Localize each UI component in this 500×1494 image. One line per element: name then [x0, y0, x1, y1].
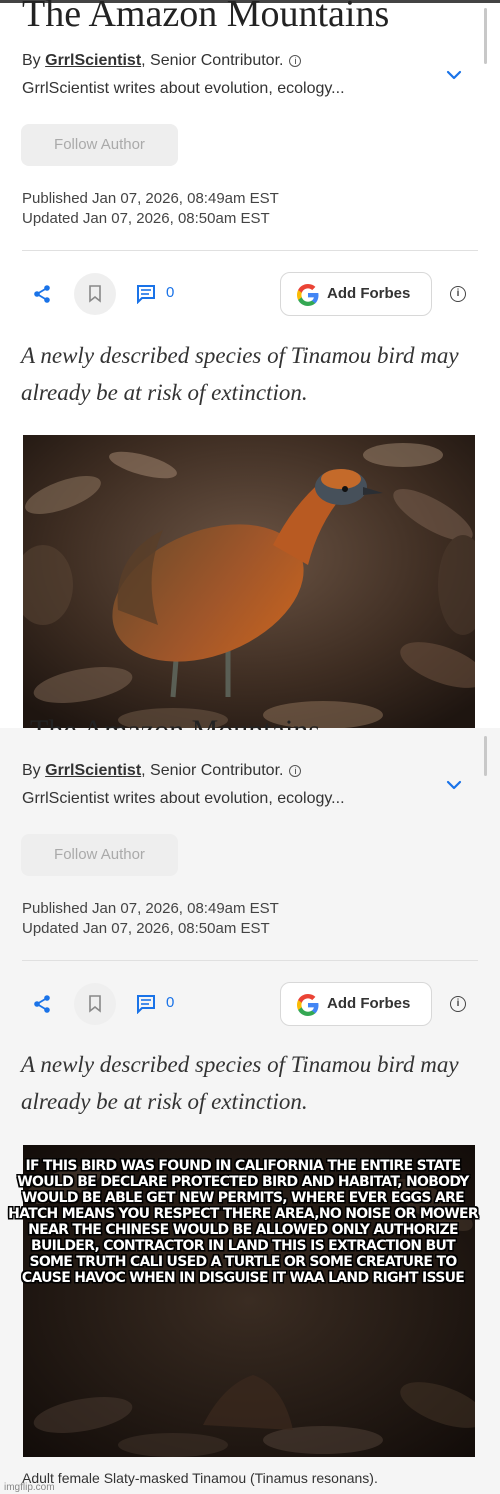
by-prefix: By [22, 52, 46, 69]
scrollbar[interactable] [484, 8, 487, 64]
bookmark-icon [89, 285, 101, 303]
updated-date: Updated Jan 07, 2026, 08:50am EST [22, 210, 270, 227]
author-description: GrrlScientist writes about evolution, ec… [22, 80, 345, 97]
author-link[interactable]: GrrlScientist [45, 762, 141, 779]
publish-dates: Published Jan 07, 2026, 08:49am EST Upda… [22, 899, 279, 939]
article-toolbar: 0 Add Forbes i [22, 982, 478, 1026]
comment-icon[interactable] [136, 284, 156, 305]
share-icon[interactable] [32, 284, 52, 304]
comment-count[interactable]: 0 [166, 284, 174, 301]
divider [22, 250, 478, 251]
updated-date: Updated Jan 07, 2026, 08:50am EST [22, 920, 270, 937]
share-icon[interactable] [32, 994, 52, 1014]
add-forbes-button[interactable]: Add Forbes [280, 982, 432, 1026]
chevron-down-icon[interactable] [446, 68, 462, 82]
add-forbes-button[interactable]: Add Forbes [280, 272, 432, 316]
comment-count[interactable]: 0 [166, 994, 174, 1011]
bookmark-icon [89, 995, 101, 1013]
divider [22, 960, 478, 961]
add-forbes-label: Add Forbes [327, 995, 411, 1012]
chevron-down-icon[interactable] [446, 778, 462, 792]
published-date: Published Jan 07, 2026, 08:49am EST [22, 190, 279, 207]
article-dek: A newly described species of Tinamou bir… [21, 1052, 459, 1114]
author-link[interactable]: GrrlScientist [45, 52, 141, 69]
imgflip-watermark: imgflip.com [4, 1482, 55, 1493]
article-dek: A newly described species of Tinamou bir… [21, 343, 459, 405]
bookmark-button[interactable] [74, 273, 116, 315]
byline: By GrrlScientist, Senior Contributor. i [22, 52, 302, 70]
follow-author-button[interactable]: Follow Author [21, 834, 178, 876]
article-section-bottom: The Amazon Mountains By GrrlScientist, S… [0, 714, 500, 1494]
follow-author-button[interactable]: Follow Author [21, 124, 178, 166]
article-title: The Amazon Mountains [22, 0, 390, 35]
info-icon[interactable]: i [289, 55, 302, 67]
by-prefix: By [22, 762, 46, 779]
info-icon[interactable]: i [450, 286, 466, 302]
meme-overlay-text: IF THIS BIRD WAS FOUND IN CALIFORNIA THE… [8, 1158, 479, 1286]
info-icon[interactable]: i [450, 996, 466, 1012]
photo-caption: Adult female Slaty-masked Tinamou (Tinam… [22, 1470, 378, 1486]
bookmark-button[interactable] [74, 983, 116, 1025]
add-forbes-label: Add Forbes [327, 285, 411, 302]
comment-icon[interactable] [136, 994, 156, 1015]
author-description: GrrlScientist writes about evolution, ec… [22, 790, 345, 807]
article-toolbar: 0 Add Forbes i [22, 272, 478, 316]
info-icon[interactable]: i [289, 765, 302, 777]
article-section-top: The Amazon Mountains By GrrlScientist, S… [0, 0, 500, 740]
google-logo-icon [297, 284, 319, 306]
author-role: , Senior Contributor. [141, 762, 284, 779]
publish-dates: Published Jan 07, 2026, 08:49am EST Upda… [22, 189, 279, 229]
article-title-cutoff: The Amazon Mountains [30, 714, 320, 730]
scrollbar[interactable] [484, 736, 487, 776]
published-date: Published Jan 07, 2026, 08:49am EST [22, 900, 279, 917]
bird-photo [23, 435, 475, 737]
byline: By GrrlScientist, Senior Contributor. i [22, 762, 302, 780]
author-role: , Senior Contributor. [141, 52, 284, 69]
google-logo-icon [297, 994, 319, 1016]
